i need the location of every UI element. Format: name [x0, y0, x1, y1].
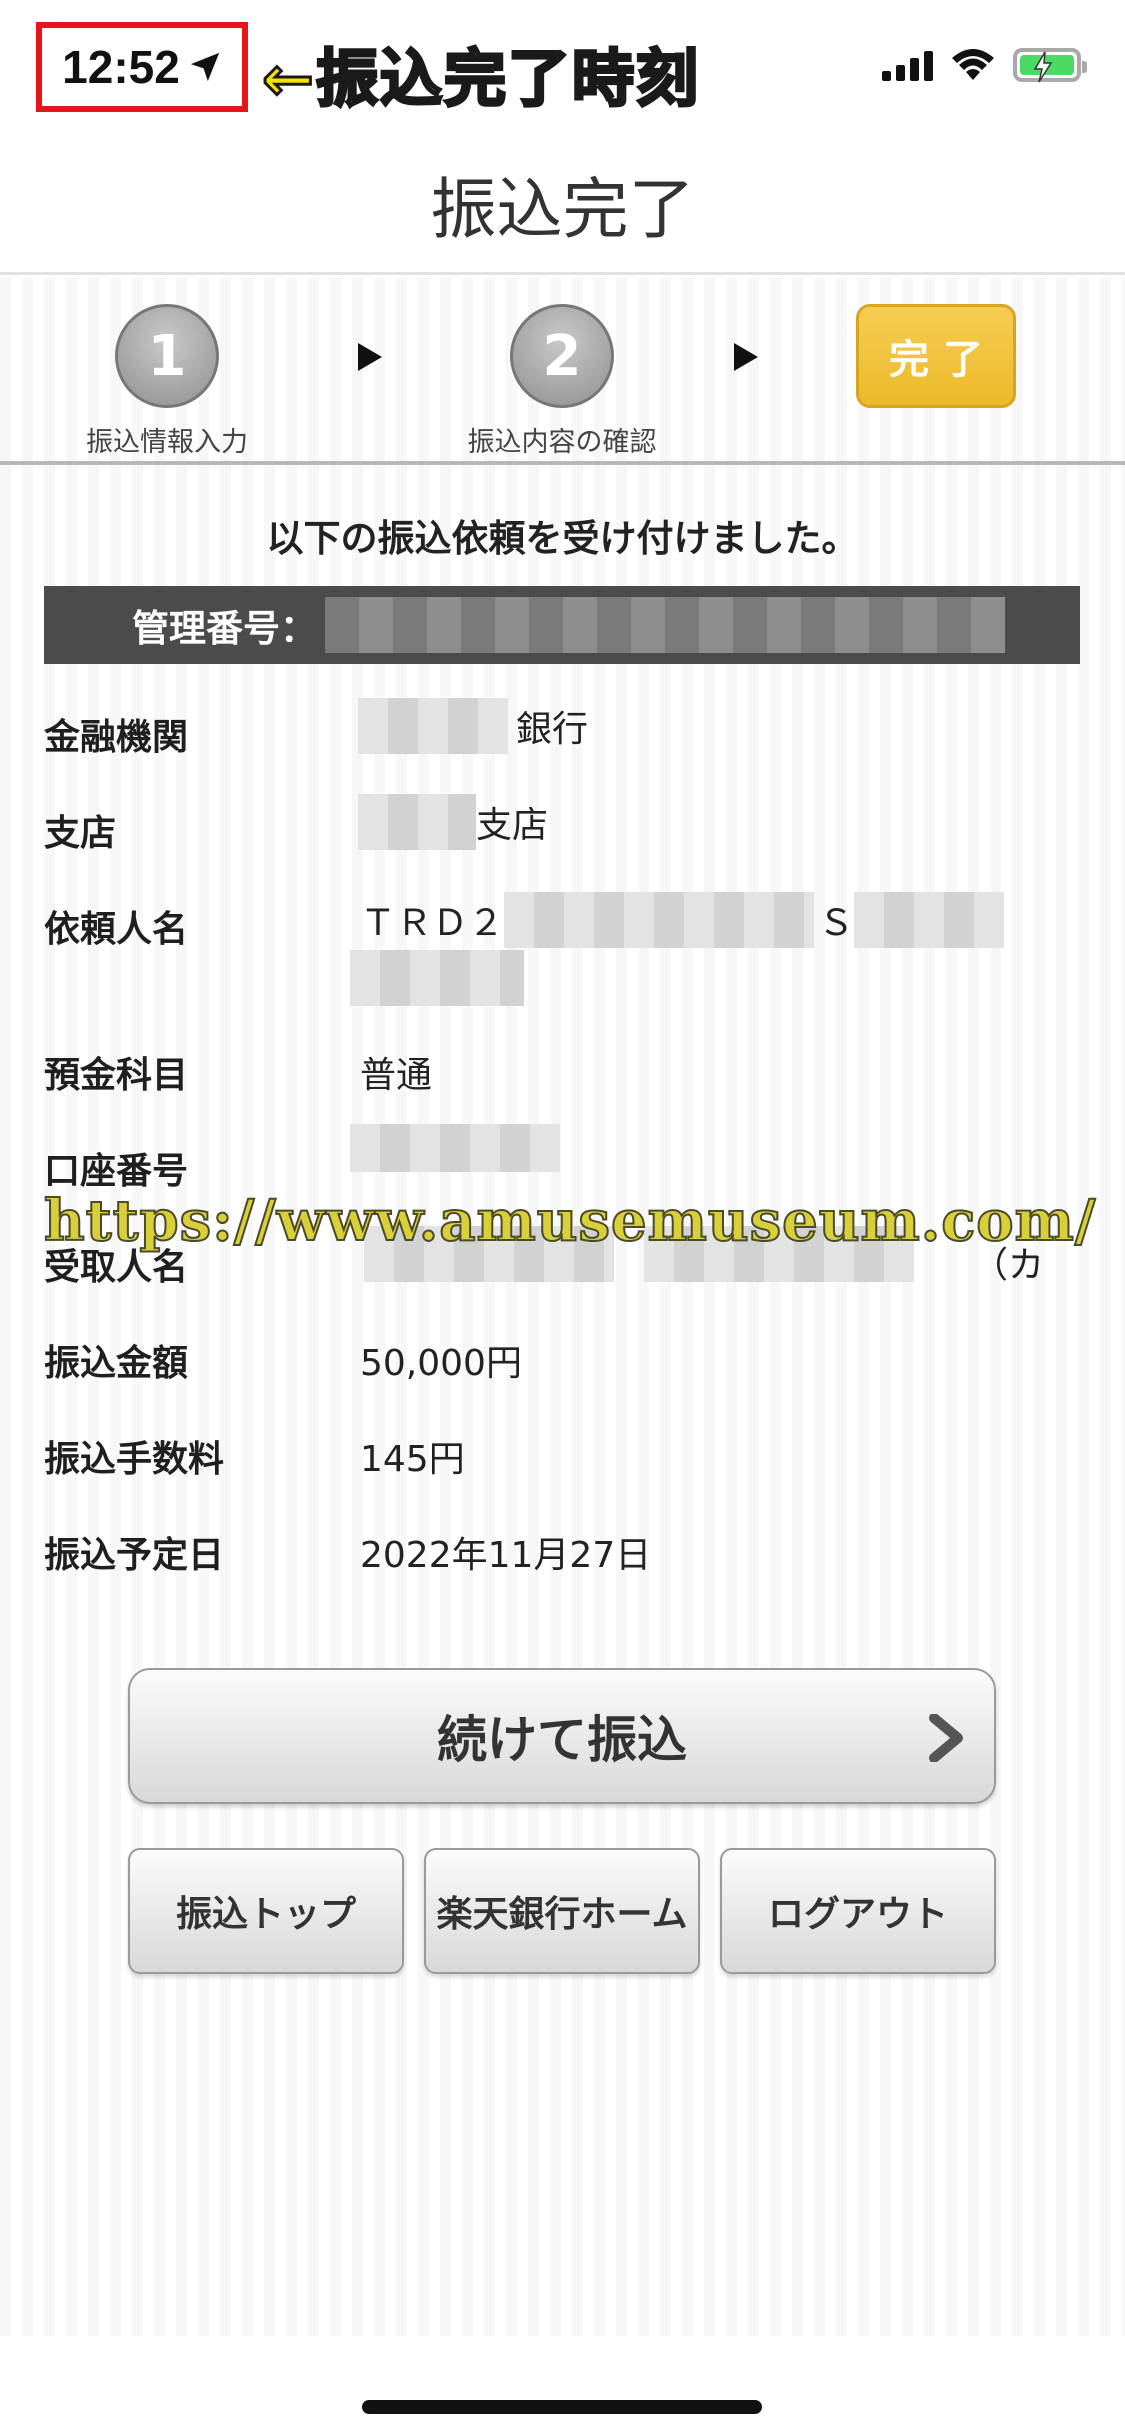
redacted-branch-name: [358, 794, 476, 850]
transfer-complete-content: 1 振込情報入力 2 振込内容の確認 完了 以下の振込依頼を受け付けました。 管…: [0, 278, 1125, 2336]
bank-home-button[interactable]: 楽天銀行ホーム: [424, 1848, 700, 1974]
home-indicator[interactable]: [362, 2400, 762, 2414]
fee-label: 振込手数料: [44, 1439, 225, 1480]
continue-transfer-button[interactable]: 続けて振込: [128, 1668, 996, 1804]
scheduled-date-value: 2022年11月27日: [360, 1535, 652, 1576]
redacted-requester-name: [504, 892, 815, 948]
management-number-label: 管理番号：: [132, 607, 317, 650]
transfer-top-button[interactable]: 振込トップ: [128, 1848, 404, 1974]
step-arrow-icon: [734, 343, 758, 371]
requester-label: 依頼人名: [44, 909, 189, 950]
wifi-icon: [952, 49, 994, 80]
step-number: 1: [115, 304, 219, 408]
logout-button[interactable]: ログアウト: [720, 1848, 996, 1974]
step-label: 振込情報入力: [86, 427, 248, 458]
time-annotation: ←振込完了時刻: [261, 41, 700, 117]
deposit-type-label: 預金科目: [44, 1055, 189, 1096]
step-confirm: 2 振込内容の確認: [452, 304, 672, 459]
branch-value: 支店: [358, 794, 548, 850]
step-arrow-icon: [358, 343, 382, 371]
account-number-label: 口座番号: [44, 1151, 189, 1192]
watermark-url: https://www.amusemuseum.com/: [43, 1187, 1097, 1255]
accept-message: 以下の振込依頼を受け付けました。: [266, 517, 859, 560]
battery-charging-icon: [1013, 48, 1087, 83]
branch-label: 支店: [44, 813, 117, 854]
chevron-right-icon: [929, 1714, 963, 1762]
step-number: 2: [510, 304, 614, 408]
scheduled-date-label: 振込予定日: [44, 1535, 225, 1576]
redacted-requester-name-3: [350, 950, 524, 1006]
amount-value: 50,000円: [360, 1343, 522, 1384]
home-indicator-area: [0, 2336, 1125, 2436]
redacted-account-number: [350, 1124, 560, 1172]
deposit-type-value: 普通: [360, 1055, 433, 1096]
requester-value: ＴＲＤ２ Ｓ: [360, 892, 1005, 948]
management-number-bar: 管理番号：: [44, 586, 1080, 664]
progress-steps: 1 振込情報入力 2 振込内容の確認 完了: [0, 278, 1125, 463]
amount-label: 振込金額: [44, 1343, 189, 1384]
bank-value: 銀行: [358, 698, 588, 754]
system-icons: [882, 48, 1087, 83]
status-bar: 12:52 ←振込完了時刻: [0, 0, 1125, 135]
step-complete-badge: 完了: [856, 304, 1016, 408]
cellular-signal-icon: [882, 49, 933, 81]
requester-mid: Ｓ: [818, 903, 855, 944]
fee-value: 145円: [360, 1439, 465, 1480]
requester-prefix: ＴＲＤ２: [360, 903, 505, 944]
location-arrow-icon: [190, 52, 219, 82]
time-highlight-box: 12:52: [36, 22, 248, 112]
status-time: 12:52: [62, 41, 180, 93]
bank-label: 金融機関: [44, 717, 189, 758]
continue-transfer-label: 続けて振込: [437, 1711, 687, 1769]
redacted-bank-name: [358, 698, 508, 754]
step-label: 振込内容の確認: [467, 427, 657, 458]
redacted-management-number: [325, 597, 1005, 653]
branch-suffix: 支店: [476, 805, 549, 846]
step-input: 1 振込情報入力: [86, 304, 248, 459]
redacted-requester-name-2: [854, 892, 1005, 948]
page-title: 振込完了: [0, 135, 1125, 275]
account-number-value: [350, 1124, 560, 1172]
divider: [0, 461, 1125, 465]
bank-suffix: 銀行: [516, 709, 589, 750]
